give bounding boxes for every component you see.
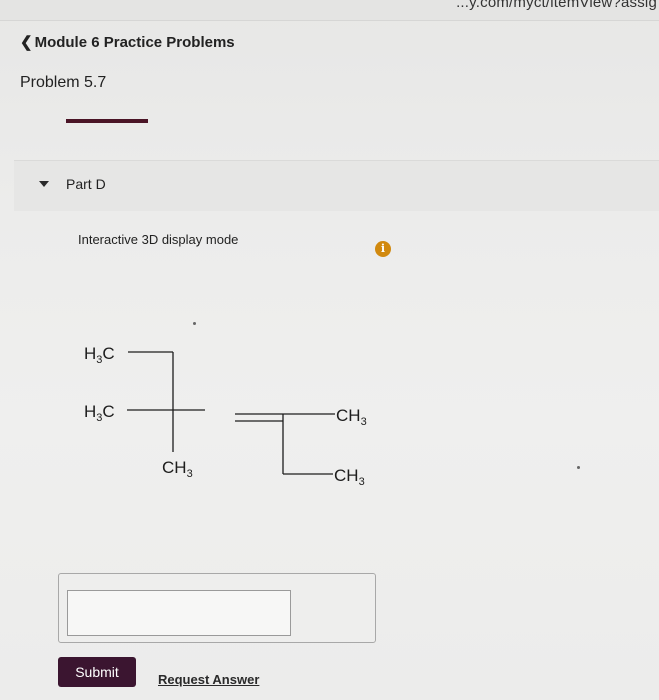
submit-button[interactable]: Submit <box>58 657 136 687</box>
label-h3c-upper: H3C <box>84 344 115 366</box>
decorative-dot <box>193 322 196 325</box>
label-h3c-lower: H3C <box>84 402 115 424</box>
decorative-dot <box>577 466 580 469</box>
label-ch3-bottom: CH3 <box>162 458 193 480</box>
answer-input[interactable] <box>67 590 291 636</box>
request-answer-link[interactable]: Request Answer <box>158 672 259 687</box>
label-ch3-right-upper: CH3 <box>336 406 367 428</box>
label-ch3-right-lower: CH3 <box>334 466 365 488</box>
